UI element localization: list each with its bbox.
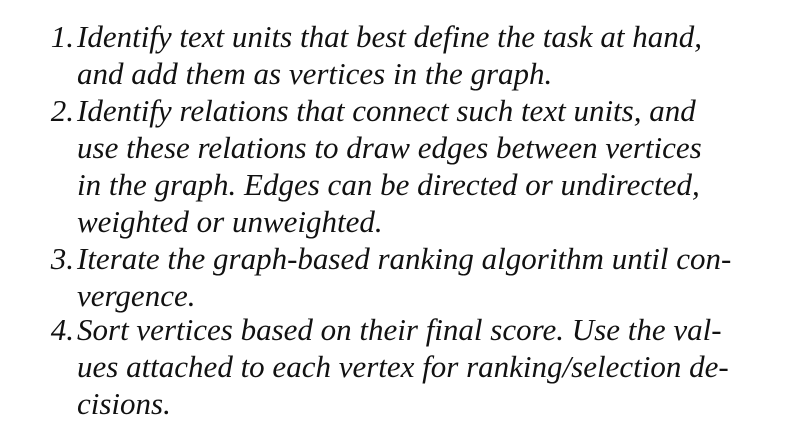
algorithm-steps-list: 1. Identify text units that best define …: [0, 0, 802, 440]
step-number: 1.: [50, 19, 74, 54]
step-text-line: vergence.: [77, 278, 196, 313]
step-text-line: use these relations to draw edges betwee…: [77, 130, 702, 165]
step-number: 3.: [50, 241, 74, 276]
step-text-line: ues attached to each vertex for ranking/…: [77, 349, 729, 384]
step-text-line: and add them as vertices in the graph.: [77, 56, 553, 91]
step-text-line: Identify relations that connect such tex…: [77, 93, 696, 128]
step-text-line: weighted or unweighted.: [77, 204, 383, 239]
step-number: 2.: [50, 93, 74, 128]
step-number: 4.: [50, 312, 74, 347]
step-text-line: cisions.: [77, 386, 171, 421]
step-text-line: Sort vertices based on their final score…: [77, 312, 722, 347]
step-text-line: Iterate the graph-based ranking algorith…: [77, 241, 732, 276]
step-text-line: Identify text units that best define the…: [77, 19, 703, 54]
step-text-line: in the graph. Edges can be directed or u…: [77, 167, 700, 202]
